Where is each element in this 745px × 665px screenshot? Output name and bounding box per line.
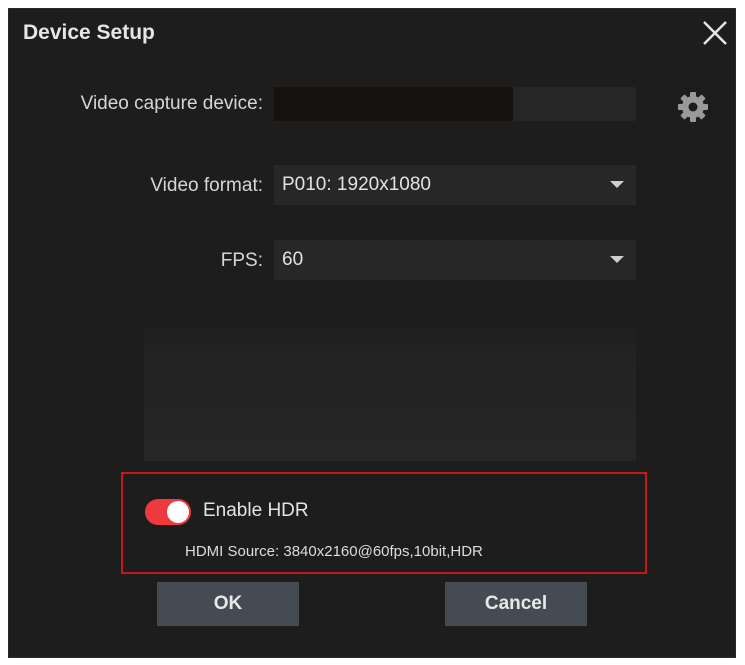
chevron-down-icon xyxy=(610,181,624,188)
dialog-title: Device Setup xyxy=(23,21,155,44)
cancel-button[interactable]: Cancel xyxy=(445,582,587,626)
close-button[interactable] xyxy=(697,15,733,51)
video-format-label: Video format: xyxy=(150,175,263,196)
settings-button[interactable] xyxy=(675,89,711,125)
capture-device-label: Video capture device: xyxy=(80,93,263,114)
ok-button[interactable]: OK xyxy=(157,582,299,626)
video-format-value: P010: 1920x1080 xyxy=(282,174,431,195)
hdr-settings-box: Enable HDR HDMI Source: 3840x2160@60fps,… xyxy=(121,472,647,574)
hdmi-source-info: HDMI Source: 3840x2160@60fps,10bit,HDR xyxy=(185,543,483,560)
fps-label: FPS: xyxy=(220,250,263,271)
device-list-area xyxy=(144,327,636,461)
fps-select[interactable]: 60 xyxy=(274,240,636,280)
toggle-knob xyxy=(167,501,189,523)
enable-hdr-toggle[interactable] xyxy=(145,499,191,525)
enable-hdr-label: Enable HDR xyxy=(203,500,309,521)
video-format-select[interactable]: P010: 1920x1080 xyxy=(274,165,636,205)
device-setup-dialog: Device Setup Video capture device: Video… xyxy=(8,8,736,658)
chevron-down-icon xyxy=(610,256,624,263)
gear-icon xyxy=(678,92,708,122)
capture-device-field[interactable] xyxy=(274,87,636,121)
fps-value: 60 xyxy=(282,249,304,270)
close-icon xyxy=(703,21,727,45)
